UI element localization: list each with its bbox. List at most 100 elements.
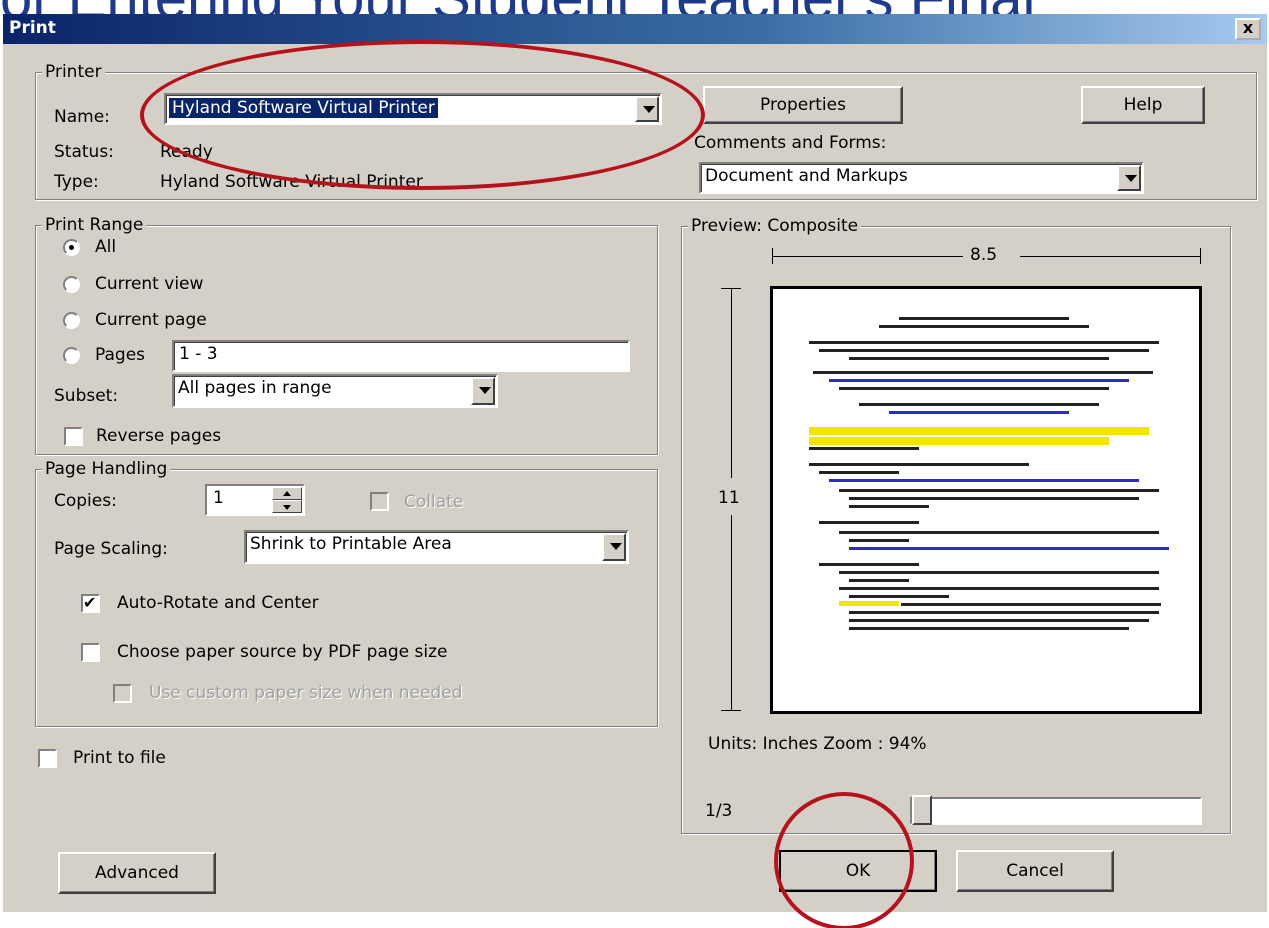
reverse-pages-label: Reverse pages: [96, 426, 222, 446]
preview-text: [901, 603, 1161, 606]
window-title: Print: [9, 18, 56, 38]
printer-name-label: Name:: [54, 107, 110, 127]
preview-text: [849, 505, 929, 508]
comments-forms-select[interactable]: Document and Markups: [699, 162, 1144, 194]
width-tick-right: [1200, 248, 1201, 264]
preview-text: [849, 357, 1109, 360]
width-tick-left: [772, 248, 773, 264]
preview-page-content: [789, 299, 1183, 701]
reverse-pages-checkbox[interactable]: [64, 427, 83, 446]
custom-size-checkbox[interactable]: [113, 684, 132, 703]
printer-legend: Printer: [42, 62, 105, 82]
preview-link: [849, 547, 1169, 550]
preview-highlight: [809, 437, 1109, 445]
paper-source-checkbox[interactable]: [81, 643, 100, 662]
properties-button[interactable]: Properties: [703, 86, 903, 124]
properties-button-label: Properties: [760, 95, 846, 115]
preview-text: [849, 595, 949, 598]
radio-pages[interactable]: [63, 347, 80, 364]
preview-text: [819, 471, 899, 474]
preview-legend: Preview: Composite: [688, 216, 862, 236]
page-slider-track[interactable]: [910, 797, 1202, 825]
radio-all-label: All: [95, 237, 117, 257]
preview-text: [839, 571, 1159, 574]
copies-value: 1: [213, 488, 224, 508]
preview-text: [849, 579, 909, 582]
cancel-button-label: Cancel: [1006, 861, 1064, 881]
cancel-button[interactable]: Cancel: [956, 850, 1114, 892]
pages-input-value: 1 - 3: [179, 344, 218, 364]
preview-text: [819, 521, 919, 524]
height-tick-bottom: [721, 710, 741, 711]
page-scaling-value: Shrink to Printable Area: [250, 534, 452, 554]
preview-highlight: [809, 427, 1149, 435]
status-label: Status:: [54, 142, 114, 162]
radio-current-page-label: Current page: [95, 310, 207, 330]
comments-forms-label: Comments and Forms:: [694, 133, 887, 153]
preview-text: [849, 619, 1149, 622]
page-scaling-label: Page Scaling:: [54, 539, 168, 559]
subset-value: All pages in range: [178, 378, 332, 398]
chevron-down-icon[interactable]: [1117, 165, 1141, 191]
chevron-down-icon[interactable]: [471, 377, 495, 405]
close-icon: x: [1242, 18, 1254, 37]
radio-current-view-label: Current view: [95, 274, 204, 294]
annotation-ellipse-printer: [140, 40, 705, 190]
radio-pages-label: Pages: [95, 345, 146, 365]
preview-text: [849, 611, 1159, 614]
preview-text: [839, 489, 1159, 492]
preview-text: [809, 447, 919, 450]
page-scaling-select[interactable]: Shrink to Printable Area: [244, 530, 629, 564]
paper-source-label: Choose paper source by PDF page size: [117, 642, 448, 662]
height-label: 11: [718, 488, 740, 508]
preview-link: [829, 479, 1139, 482]
radio-current-view[interactable]: [63, 276, 80, 293]
preview-text: [839, 387, 1109, 390]
print-to-file-checkbox[interactable]: [38, 749, 57, 768]
page-handling-legend: Page Handling: [42, 459, 171, 479]
collate-label: Collate: [404, 492, 464, 512]
advanced-button[interactable]: Advanced: [58, 852, 216, 894]
radio-all[interactable]: [63, 239, 80, 256]
custom-size-label: Use custom paper size when needed: [149, 683, 463, 703]
preview-text: [819, 563, 919, 566]
preview-text: [813, 371, 1153, 374]
subset-label: Subset:: [54, 386, 119, 406]
preview-text: [849, 497, 1139, 500]
auto-rotate-label: Auto-Rotate and Center: [117, 593, 319, 613]
close-button[interactable]: x: [1235, 18, 1261, 40]
preview-text: [809, 341, 1159, 344]
width-dimension-line: [1020, 256, 1200, 257]
height-dimension-line: [731, 515, 732, 710]
preview-text: [879, 325, 1089, 328]
collate-checkbox[interactable]: [370, 492, 389, 511]
type-label: Type:: [54, 172, 99, 192]
radio-current-page[interactable]: [63, 312, 80, 329]
page-indicator: 1/3: [705, 801, 733, 821]
preview-page: [770, 286, 1202, 714]
title-bar: Print x: [3, 14, 1267, 44]
stepper-up-icon[interactable]: [272, 487, 302, 500]
chevron-down-icon[interactable]: [602, 533, 626, 561]
units-zoom-label: Units: Inches Zoom : 94%: [708, 734, 927, 754]
preview-text: [809, 463, 1029, 466]
preview-text: [819, 349, 1149, 352]
stepper-arrows[interactable]: [272, 487, 302, 513]
height-dimension-line: [731, 288, 732, 478]
subset-select[interactable]: All pages in range: [172, 374, 498, 408]
width-label: 8.5: [970, 245, 998, 265]
copies-stepper[interactable]: 1: [205, 484, 305, 516]
print-range-legend: Print Range: [42, 215, 147, 235]
stepper-down-icon[interactable]: [272, 500, 302, 513]
annotation-ellipse-ok: [774, 792, 914, 928]
print-to-file-label: Print to file: [73, 748, 166, 768]
help-button[interactable]: Help: [1081, 86, 1205, 124]
preview-text: [899, 317, 1069, 320]
width-dimension-line: [773, 256, 963, 257]
auto-rotate-checkbox[interactable]: [81, 593, 100, 613]
copies-label: Copies:: [54, 491, 117, 511]
page-slider-thumb[interactable]: [912, 795, 932, 825]
preview-text: [839, 587, 1159, 590]
preview-link: [829, 379, 1129, 382]
pages-input[interactable]: 1 - 3: [172, 340, 630, 372]
